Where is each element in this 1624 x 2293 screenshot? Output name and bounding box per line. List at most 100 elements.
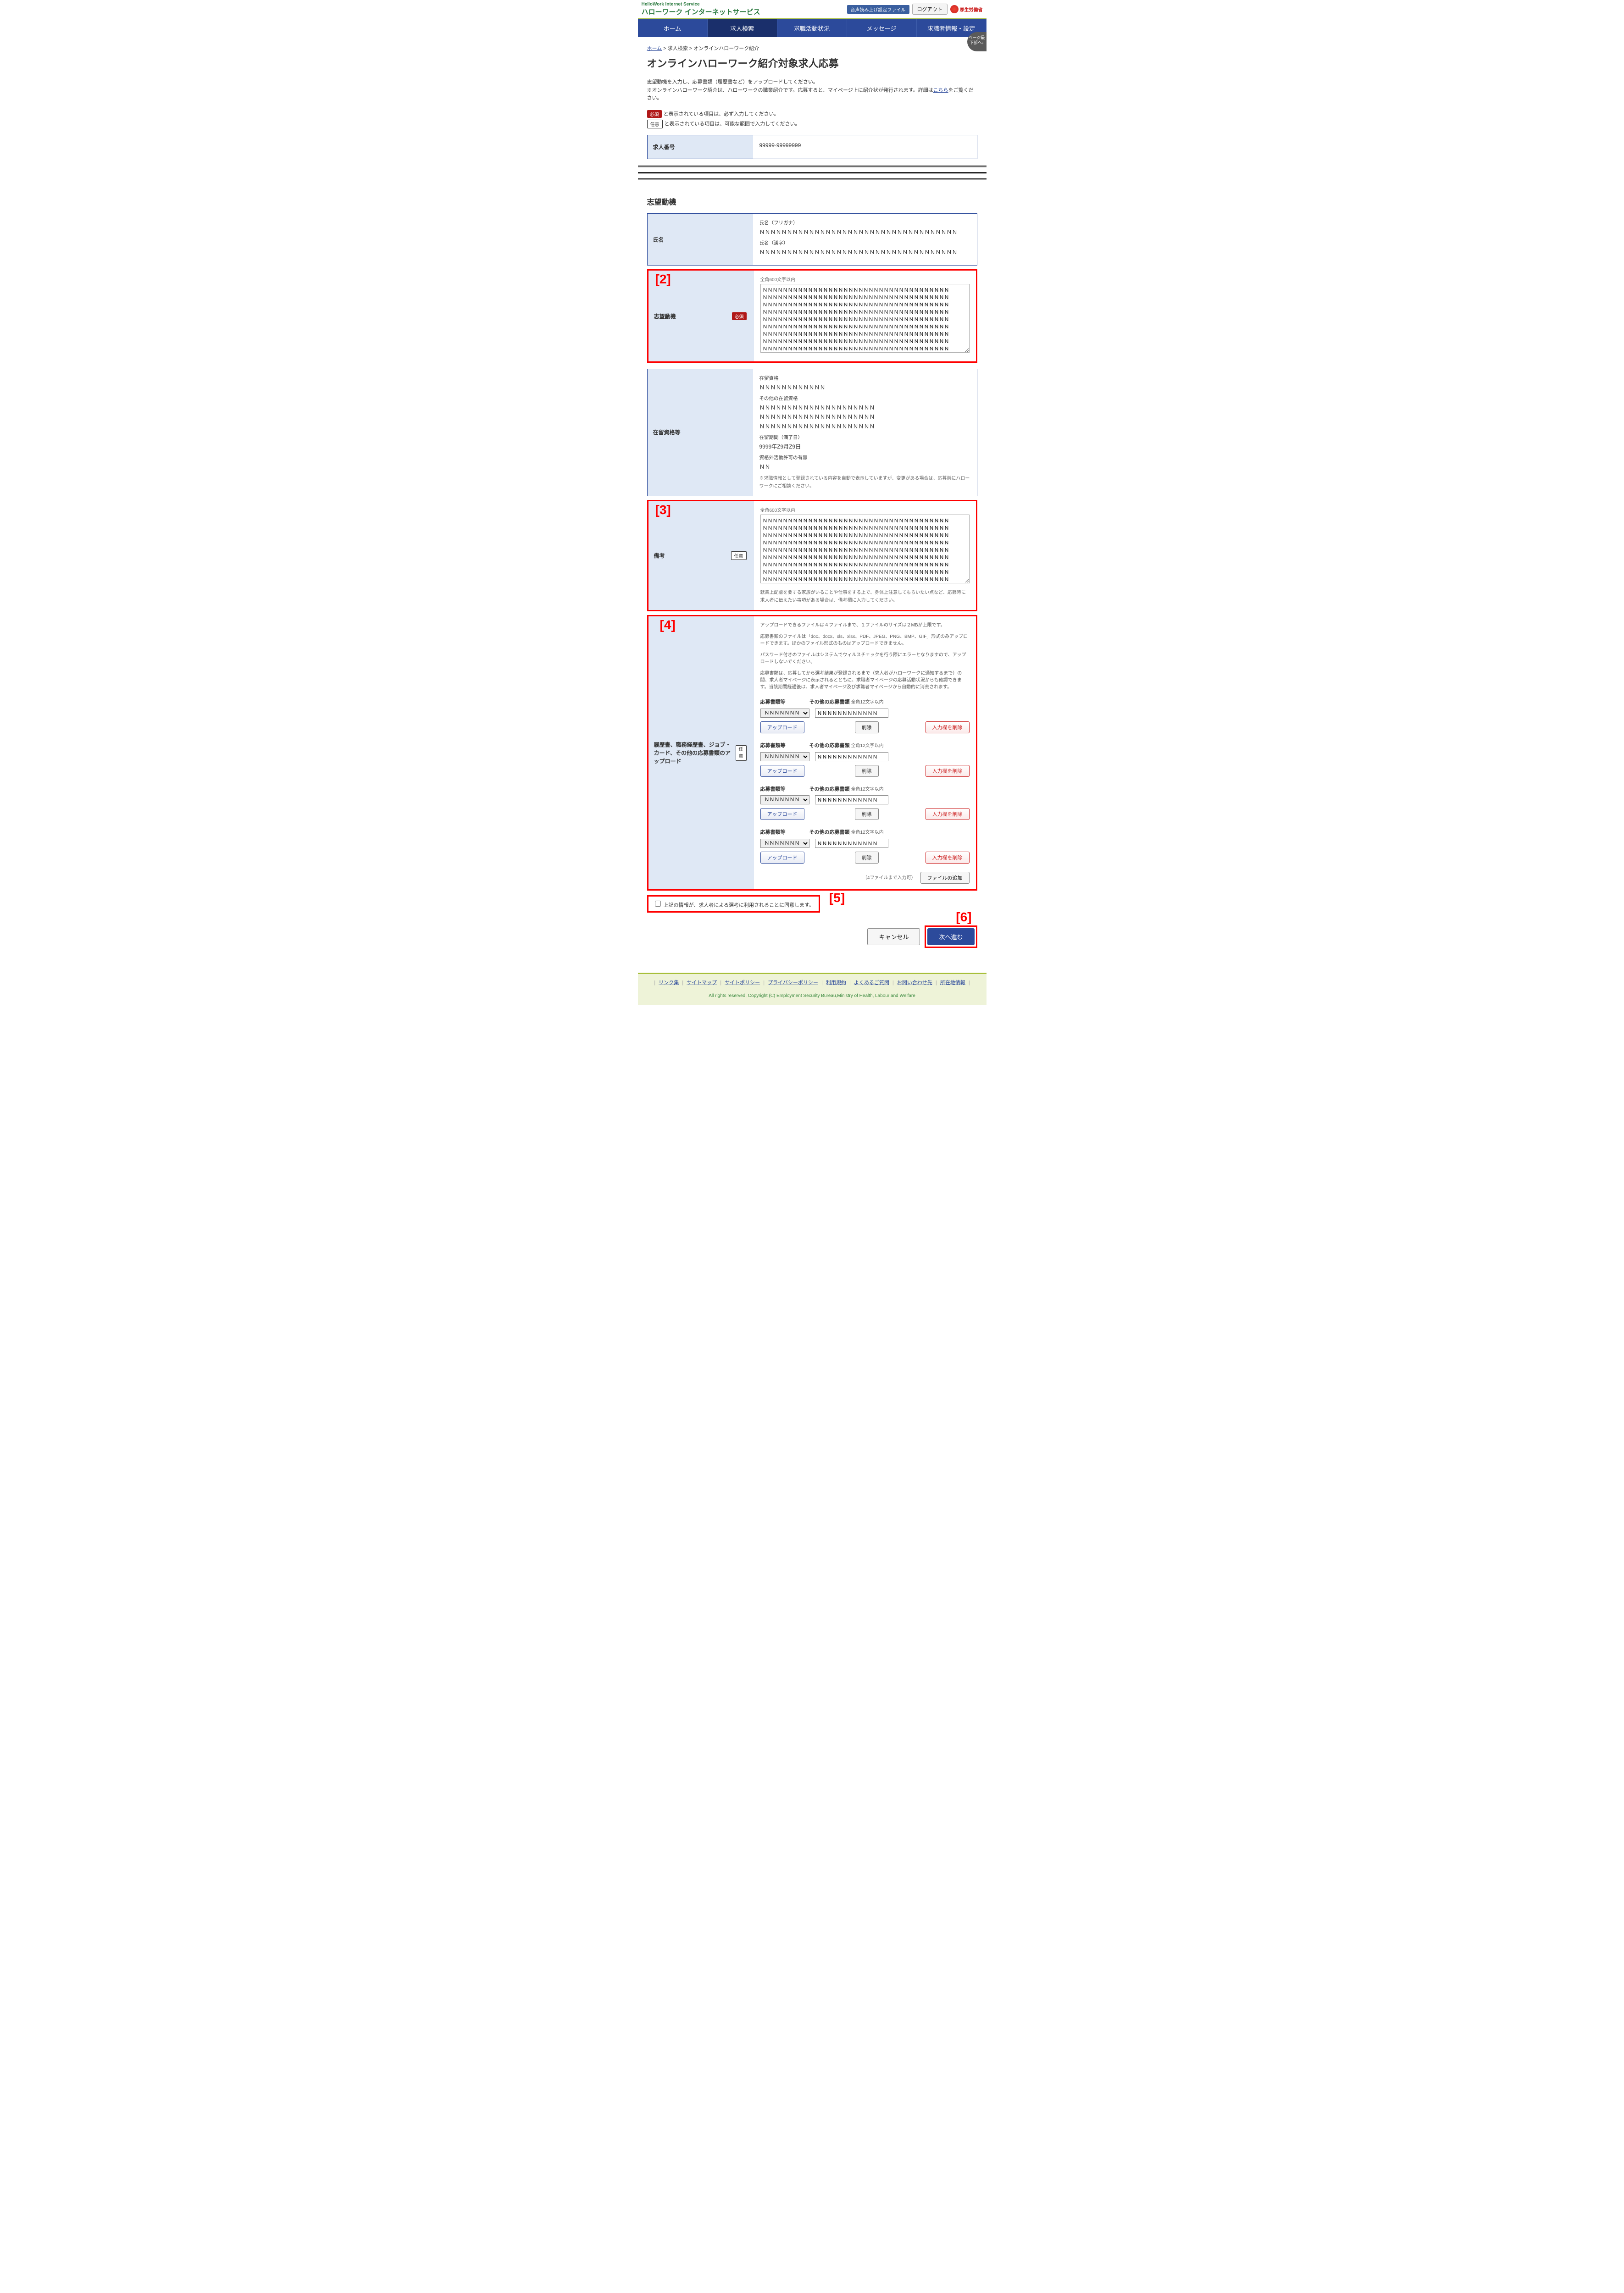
mhlw-icon [950, 5, 959, 13]
tts-badge[interactable]: 音声読み上げ設定ファイル [847, 5, 909, 14]
doc-type-select[interactable]: ＮＮＮＮＮＮＮ [760, 709, 809, 718]
res-period-label: 在留期間（満了日） [759, 434, 970, 442]
footer-link[interactable]: プライバシーポリシー [768, 980, 818, 986]
upload-col1-label: 応募書類等 [760, 786, 786, 792]
delete-row-button[interactable]: 入力欄を削除 [926, 765, 970, 777]
upload-col2-label: その他の応募書類 [809, 786, 850, 792]
crumb-current: オンラインハローワーク紹介 [693, 46, 759, 51]
upload-button[interactable]: アップロード [760, 765, 804, 777]
add-file-button[interactable]: ファイルの追加 [920, 872, 970, 884]
nav-activity[interactable]: 求職活動状況 [777, 19, 847, 37]
upload-note-3: パスワード付きのファイルはシステムでウィルスチェックを行う際にエラーとなりますの… [760, 652, 970, 665]
mhlw-text: 厚生労働省 [960, 6, 983, 13]
res-other-value: ＮＮＮＮＮＮＮＮＮＮＮＮＮＮＮＮＮＮＮＮＮ ＮＮＮＮＮＮＮＮＮＮＮＮＮＮＮＮＮＮ… [759, 403, 970, 431]
upload-col2-limit: 全角12文字以内 [851, 700, 884, 705]
upload-col2-limit: 全角12文字以内 [851, 743, 884, 748]
res-permit-label: 資格外活動許可の有無 [759, 454, 970, 462]
remarks-limit: 全角600文字以内 [760, 507, 970, 515]
doc-other-input[interactable] [815, 709, 888, 718]
nav-search[interactable]: 求人検索 [708, 19, 777, 37]
required-badge: 必須 [732, 312, 747, 320]
optional-badge: 任意 [647, 120, 663, 128]
global-nav: ホーム 求人検索 求職活動状況 メッセージ 求職者情報・設定 [638, 19, 987, 37]
res-period-value: 9999年Z9月Z9日 [759, 442, 970, 451]
name-furigana-label: 氏名（フリガナ） [759, 219, 970, 227]
consent-checkbox[interactable] [655, 901, 661, 907]
job-no-value: 99999-99999999 [759, 141, 970, 150]
omitted-section [638, 164, 987, 182]
delete-file-button[interactable]: 削除 [855, 765, 879, 777]
upload-col1-label: 応募書類等 [760, 699, 786, 705]
upload-col2-label: その他の応募書類 [809, 699, 850, 705]
upload-button[interactable]: アップロード [760, 808, 804, 820]
doc-other-input[interactable] [815, 795, 888, 804]
delete-file-button[interactable]: 削除 [855, 852, 879, 864]
doc-other-input[interactable] [815, 839, 888, 848]
upload-col1-label: 応募書類等 [760, 830, 786, 835]
delete-file-button[interactable]: 削除 [855, 808, 879, 820]
delete-row-button[interactable]: 入力欄を削除 [926, 852, 970, 864]
residence-label: 在留資格等 [648, 369, 753, 496]
intro-link[interactable]: こちら [933, 88, 948, 93]
job-no-label: 求人番号 [648, 135, 753, 158]
upload-note-4: 応募書類は、応募してから選考結果が登録されるまで（求人者がハローワークに通知する… [760, 670, 970, 691]
remarks-note: 就業上配慮を要する家族がいることや仕事をする上で、身体上注意してもらいたい点など… [760, 589, 970, 604]
brand-jp: ハローワーク インターネットサービス [642, 7, 760, 17]
footer-link[interactable]: よくあるご質問 [854, 980, 889, 986]
upload-col1-label: 応募書類等 [760, 743, 786, 748]
doc-type-select[interactable]: ＮＮＮＮＮＮＮ [760, 752, 809, 761]
footer-link[interactable]: 所在地情報 [940, 980, 965, 986]
upload-col2-limit: 全角12文字以内 [851, 787, 884, 792]
remarks-textarea[interactable] [760, 515, 970, 583]
consent-label[interactable]: 上記の情報が、求人者による選考に利用されることに同意します。 [653, 903, 814, 908]
nav-home[interactable]: ホーム [638, 19, 708, 37]
page-bottom-button[interactable]: ページ最下部へ↓ [967, 32, 987, 51]
res-status-value: ＮＮＮＮＮＮＮＮＮＮＮＮ [759, 383, 970, 392]
copyright: All rights reserved, Copyright (C) Emplo… [638, 991, 987, 1005]
crumb-home[interactable]: ホーム [647, 46, 662, 51]
doc-type-select[interactable]: ＮＮＮＮＮＮＮ [760, 795, 809, 804]
optional-badge: 任意 [736, 745, 747, 761]
cancel-button[interactable]: キャンセル [867, 928, 920, 945]
crumb-search: 求人検索 [668, 46, 688, 51]
motive-limit: 全角600文字以内 [760, 276, 970, 284]
upload-col2-limit: 全角12文字以内 [851, 830, 884, 835]
motive-textarea[interactable] [760, 284, 970, 353]
marker-5: [5] [829, 891, 845, 905]
intro-line-1: 志望動機を入力し、応募書類（履歴書など）をアップロードしてください。 [647, 78, 977, 87]
page-title: オンラインハローワーク紹介対象求人応募 [647, 55, 977, 70]
delete-row-button[interactable]: 入力欄を削除 [926, 721, 970, 733]
next-button[interactable]: 次へ進む [927, 928, 974, 945]
upload-button[interactable]: アップロード [760, 852, 804, 864]
delete-row-button[interactable]: 入力欄を削除 [926, 808, 970, 820]
name-kanji-value: ＮＮＮＮＮＮＮＮＮＮＮＮＮＮＮＮＮＮＮＮＮＮＮＮＮＮＮＮＮＮＮＮＮＮＮＮ [759, 248, 970, 257]
res-note: ※求職情報として登録されている内容を自動で表示していますが、変更がある場合は、応… [759, 475, 970, 490]
footer-link[interactable]: お問い合わせ先 [897, 980, 932, 986]
res-other-label: その他の在留資格 [759, 395, 970, 403]
nav-message[interactable]: メッセージ [847, 19, 917, 37]
logout-button[interactable]: ログアウト [912, 4, 948, 15]
footer-link[interactable]: サイトポリシー [725, 980, 760, 986]
footer-links: | リンク集 | サイトマップ | サイトポリシー | プライバシーポリシー |… [638, 973, 987, 991]
motive-label: 志望動機 必須 [648, 271, 754, 361]
upload-note-1: アップロードできるファイルは４ファイルまで、１ファイルのサイズは２MBが上限です… [760, 622, 970, 629]
doc-type-select[interactable]: ＮＮＮＮＮＮＮ [760, 839, 809, 848]
footer-link[interactable]: 利用規約 [826, 980, 846, 986]
intro-line-2: ※オンラインハローワーク紹介は、ハローワークの職業紹介です。応募すると、マイペー… [647, 87, 977, 103]
brand: HelloWork Internet Service ハローワーク インターネッ… [642, 2, 760, 17]
brand-en: HelloWork Internet Service [642, 2, 760, 7]
section-motive-title: 志望動機 [647, 196, 977, 207]
optional-note: 任意と表示されている項目は、可能な範囲で入力してください。 [647, 120, 977, 128]
upload-col2-label: その他の応募書類 [809, 743, 850, 748]
mhlw-logo: 厚生労働省 [950, 5, 983, 13]
doc-other-input[interactable] [815, 752, 888, 761]
res-status-label: 在留資格 [759, 375, 970, 383]
required-note: 必須と表示されている項目は、必ず入力してください。 [647, 110, 977, 118]
upload-button[interactable]: アップロード [760, 721, 804, 733]
delete-file-button[interactable]: 削除 [855, 721, 879, 733]
remarks-label: 備考 任意 [648, 501, 754, 610]
upload-count-note: （4ファイルまで入力可） [863, 874, 916, 882]
footer-link[interactable]: リンク集 [659, 980, 679, 986]
name-kanji-label: 氏名（漢字） [759, 239, 970, 248]
footer-link[interactable]: サイトマップ [687, 980, 717, 986]
